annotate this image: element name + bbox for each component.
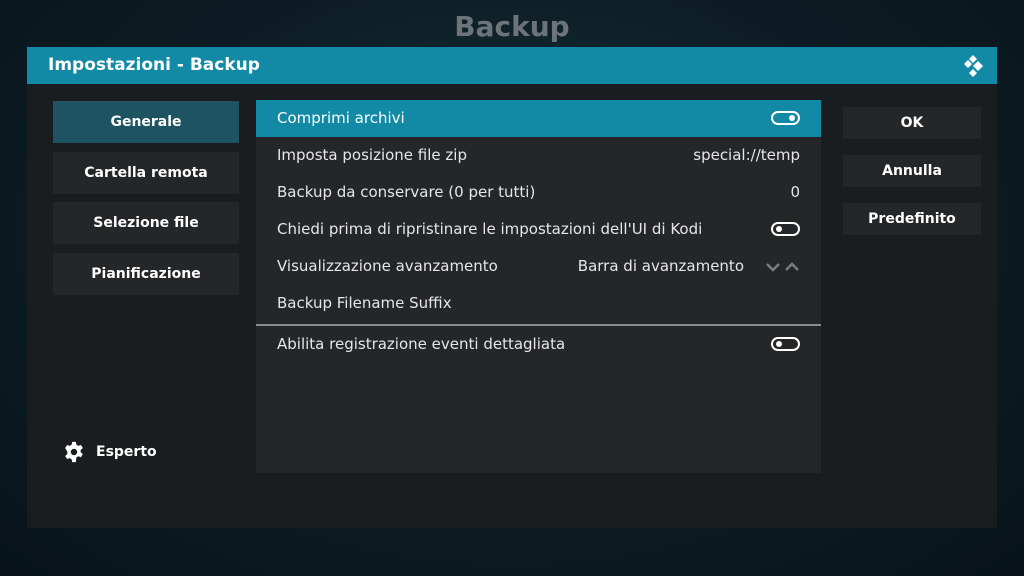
setting-label: Comprimi archivi — [277, 109, 405, 127]
setting-value: 0 — [790, 183, 800, 201]
setting-visualizzazione-avanzamento[interactable]: Visualizzazione avanzamento Barra di ava… — [256, 248, 821, 285]
page-title: Backup — [454, 10, 570, 43]
toggle-switch-off[interactable] — [771, 337, 800, 351]
setting-label: Backup da conservare (0 per tutti) — [277, 183, 536, 201]
chevron-up-down-icon[interactable] — [766, 262, 800, 272]
gear-icon — [65, 441, 83, 463]
sidebar-item-generale[interactable]: Generale — [53, 101, 239, 143]
setting-registrazione-dettagliata[interactable]: Abilita registrazione eventi dettagliata — [256, 326, 821, 363]
setting-backup-da-conservare[interactable]: Backup da conservare (0 per tutti) 0 — [256, 174, 821, 211]
sidebar-item-selezione-file[interactable]: Selezione file — [53, 202, 239, 244]
default-button[interactable]: Predefinito — [843, 203, 981, 235]
setting-posizione-file-zip[interactable]: Imposta posizione file zip special://tem… — [256, 137, 821, 174]
toggle-switch-on[interactable] — [771, 111, 800, 125]
setting-value: special://temp — [693, 146, 800, 164]
settings-dialog: Impostazioni - Backup Generale Cartella … — [27, 47, 997, 528]
setting-label: Visualizzazione avanzamento — [277, 257, 498, 275]
toggle-switch-off[interactable] — [771, 222, 800, 236]
setting-backup-filename-suffix[interactable]: Backup Filename Suffix — [256, 285, 821, 322]
setting-label: Abilita registrazione eventi dettagliata — [277, 335, 566, 353]
cancel-button[interactable]: Annulla — [843, 155, 981, 187]
setting-label: Backup Filename Suffix — [277, 294, 452, 312]
settings-list: Comprimi archivi Imposta posizione file … — [256, 100, 821, 473]
setting-label: Imposta posizione file zip — [277, 146, 467, 164]
setting-label: Chiedi prima di ripristinare le impostaz… — [277, 220, 703, 238]
sidebar-item-cartella-remota[interactable]: Cartella remota — [53, 152, 239, 194]
settings-level-label: Esperto — [96, 444, 157, 460]
dialog-title: Impostazioni - Backup — [48, 55, 260, 75]
ok-button[interactable]: OK — [843, 107, 981, 139]
setting-chiedi-ripristino-ui[interactable]: Chiedi prima di ripristinare le impostaz… — [256, 211, 821, 248]
dialog-header: Impostazioni - Backup — [27, 47, 997, 84]
kodi-logo-icon — [964, 55, 983, 77]
setting-comprimi-archivi[interactable]: Comprimi archivi — [256, 100, 821, 137]
setting-value: Barra di avanzamento — [577, 257, 744, 275]
sidebar-item-pianificazione[interactable]: Pianificazione — [53, 253, 239, 295]
